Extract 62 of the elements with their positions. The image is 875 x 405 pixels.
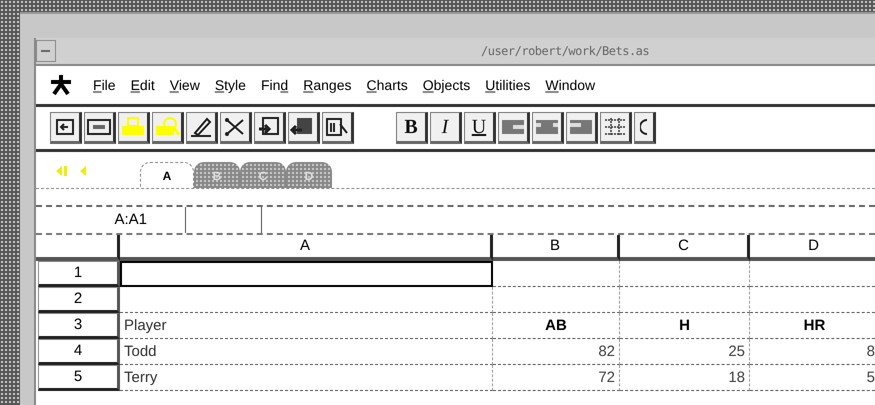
menu-item[interactable]: Window <box>545 77 596 93</box>
table-cell[interactable]: Terry <box>120 365 493 391</box>
column-header[interactable]: C <box>620 235 750 261</box>
cell-reference: A:A1 <box>36 207 186 233</box>
table-cell[interactable] <box>493 287 620 313</box>
column-header[interactable]: D <box>750 235 875 261</box>
toolbar-button[interactable] <box>322 112 354 144</box>
row-header[interactable]: 2 <box>38 287 120 313</box>
column-header[interactable]: A <box>120 235 493 261</box>
table-cell[interactable]: 5 <box>750 365 875 391</box>
table-cell[interactable] <box>120 287 493 313</box>
table-cell[interactable] <box>120 261 493 287</box>
menu-item[interactable]: View <box>170 77 200 93</box>
sheet-tab[interactable]: A <box>140 162 194 188</box>
toolbar-button[interactable] <box>634 112 656 144</box>
format-button[interactable]: B <box>396 112 428 144</box>
asterisk-icon[interactable] <box>50 74 72 96</box>
magnifier-icon <box>153 115 181 139</box>
toolbar-button[interactable] <box>186 112 218 144</box>
row-header[interactable]: 1 <box>38 261 120 287</box>
menu-item[interactable]: Style <box>214 77 246 93</box>
toolbar-button[interactable] <box>566 112 598 144</box>
select-all-corner[interactable] <box>36 235 120 261</box>
toolbar-button[interactable] <box>532 112 564 144</box>
partial-icon <box>640 119 648 135</box>
row-header[interactable]: 3 <box>38 313 120 339</box>
row-header[interactable]: 4 <box>38 339 120 365</box>
format-button[interactable]: U <box>464 112 496 144</box>
window-title: /user/robert/work/Bets.as <box>481 44 650 58</box>
menu-item[interactable]: Charts <box>366 77 408 93</box>
toolbar-button[interactable] <box>152 112 184 144</box>
toolbar-button[interactable] <box>498 112 530 144</box>
table-cell[interactable]: 72 <box>493 365 620 391</box>
toolbar-button[interactable] <box>50 112 82 144</box>
toolbar-button[interactable] <box>118 112 150 144</box>
toolbar-button[interactable] <box>600 112 632 144</box>
table-cell[interactable]: 82 <box>493 339 620 365</box>
column-header[interactable]: B <box>493 235 620 261</box>
toolbar-button[interactable] <box>220 112 252 144</box>
menu-item[interactable]: Utilities <box>485 77 530 93</box>
table-cell[interactable]: H <box>620 313 750 339</box>
table-cell[interactable] <box>620 287 750 313</box>
table-cell[interactable] <box>493 261 620 287</box>
toolbar-button[interactable] <box>254 112 286 144</box>
table-cell[interactable]: HR <box>750 313 875 339</box>
menu-item[interactable]: Edit <box>130 77 155 93</box>
toolbar-button[interactable] <box>288 112 320 144</box>
table-cell[interactable]: Todd <box>120 339 493 365</box>
table-cell[interactable] <box>620 261 750 287</box>
table-cell[interactable]: 8 <box>750 339 875 365</box>
table-cell[interactable]: 25 <box>620 339 750 365</box>
window-menu-icon[interactable] <box>36 40 56 62</box>
toolbar-button[interactable] <box>84 112 116 144</box>
menu-item[interactable]: Ranges <box>303 77 352 93</box>
table-cell[interactable]: AB <box>493 313 620 339</box>
menu-item[interactable]: File <box>93 77 116 93</box>
format-button[interactable]: I <box>430 112 462 144</box>
menu-item[interactable]: Objects <box>422 77 470 93</box>
table-cell[interactable]: 18 <box>620 365 750 391</box>
menu-item[interactable]: Find <box>260 77 288 93</box>
row-header[interactable]: 5 <box>38 365 120 391</box>
table-cell[interactable]: Player <box>120 313 493 339</box>
